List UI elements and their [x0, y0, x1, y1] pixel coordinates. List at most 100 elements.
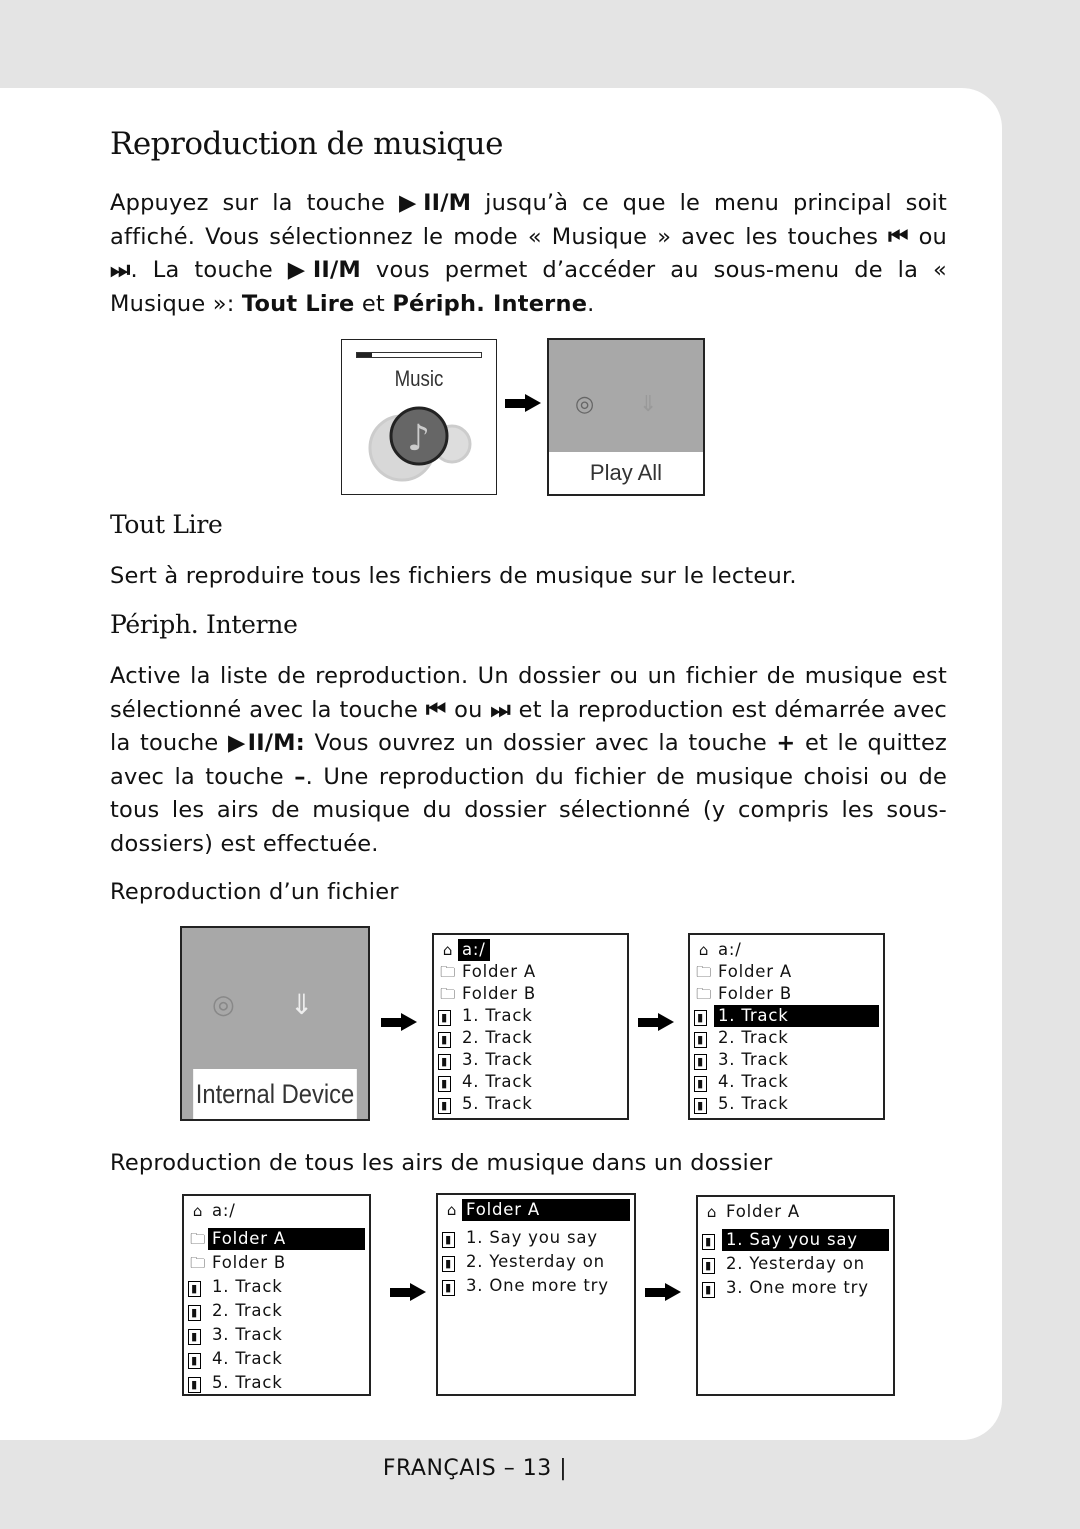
- home-icon: ⌂: [442, 941, 454, 959]
- list-item[interactable]: 🗀 Folder A: [188, 1228, 367, 1250]
- file-list-screen: ⌂ a:/🗀 Folder A 🗀 Folder B ▮ 1. Track ▮ 2. Track…: [182, 1194, 371, 1396]
- folder-list-screen: ⌂ Folder A ▮ 1. Say you say ▮ 2. Yesterday on…: [436, 1193, 636, 1396]
- arrow-icon: [638, 1013, 674, 1031]
- list-item[interactable]: 🗀 Folder B: [188, 1252, 367, 1274]
- repeat-icon: ◎: [212, 990, 235, 1020]
- file-icon: ▮: [438, 1054, 451, 1070]
- home-icon: ⌂: [706, 1203, 718, 1221]
- prev-key-icon: ⏮: [888, 223, 909, 250]
- folder-icon: 🗀: [440, 985, 456, 1003]
- download-icon: ⇓: [290, 988, 314, 1021]
- list-item[interactable]: ▮ 3. Track: [694, 1049, 881, 1071]
- home-icon: ⌂: [446, 1201, 458, 1219]
- progress-bar: [356, 352, 482, 358]
- term-tout-lire: Tout Lire: [241, 290, 355, 317]
- file-icon: ▮: [694, 1010, 707, 1026]
- list-item-label: 3. One more try: [466, 1276, 609, 1295]
- list-item[interactable]: ▮ 2. Yesterday on: [442, 1251, 632, 1273]
- file-icon: ▮: [702, 1258, 715, 1274]
- repeat-icon: ◎: [575, 392, 595, 417]
- folder-icon: 🗀: [696, 985, 712, 1003]
- internal-device-screen: ◎ ⇓ Internal Device: [180, 926, 370, 1121]
- file-icon: ▮: [438, 1076, 451, 1092]
- list-item[interactable]: ▮ 1. Say you say: [702, 1229, 891, 1251]
- list-item-label: 1. Say you say: [722, 1229, 889, 1251]
- file-icon: ▮: [702, 1282, 715, 1298]
- list-item-label: Folder A: [462, 962, 536, 981]
- list-item[interactable]: ▮ 4. Track: [694, 1071, 881, 1093]
- list-item-label: 1. Track: [714, 1005, 879, 1027]
- list-item[interactable]: ▮ 3. One more try: [442, 1275, 632, 1297]
- list-item-label: 4. Track: [462, 1072, 533, 1091]
- progress-fill: [357, 353, 372, 357]
- list-item[interactable]: ⌂ Folder A: [702, 1201, 891, 1223]
- list-item[interactable]: 🗀 Folder A: [438, 961, 625, 983]
- list-item-label: Folder B: [212, 1253, 286, 1272]
- list-item-label: Folder A: [726, 1202, 800, 1221]
- file-icon: ▮: [188, 1377, 201, 1393]
- list-item[interactable]: ▮ 5. Track: [438, 1093, 625, 1115]
- list-item-label: Folder A: [718, 962, 792, 981]
- list-item[interactable]: ▮ 5. Track: [188, 1372, 367, 1394]
- list-item[interactable]: ▮ 2. Track: [188, 1300, 367, 1322]
- page-title: Reproduction de musique: [110, 126, 503, 162]
- list-item-label: 2. Track: [212, 1301, 283, 1320]
- section-heading: Tout Lire: [110, 510, 223, 539]
- list-item[interactable]: ▮ 5. Track: [694, 1093, 881, 1115]
- list-item[interactable]: 🗀 Folder A: [694, 961, 881, 983]
- list-item-label: 3. Track: [212, 1325, 283, 1344]
- list-item-label: 5. Track: [718, 1094, 789, 1113]
- term-periph-interne: Périph. Interne: [392, 290, 588, 317]
- download-icon: ⇓: [639, 392, 658, 417]
- list-item[interactable]: ▮ 4. Track: [188, 1348, 367, 1370]
- list-item[interactable]: ⌂ a:/: [188, 1200, 367, 1222]
- list-item[interactable]: ▮ 1. Track: [438, 1005, 625, 1027]
- internal-device-label: Internal Device: [193, 1069, 357, 1119]
- list-item[interactable]: 🗀 Folder B: [694, 983, 881, 1005]
- list-item[interactable]: 🗀 Folder B: [438, 983, 625, 1005]
- list-item[interactable]: ▮ 2. Yesterday on: [702, 1253, 891, 1275]
- file-icon: ▮: [438, 1098, 451, 1114]
- folder-icon: 🗀: [190, 1254, 206, 1272]
- home-icon: ⌂: [698, 941, 710, 959]
- file-icon: ▮: [442, 1256, 455, 1272]
- play-pause-key: ▶II/M: [399, 190, 472, 216]
- list-item-label: 2. Yesterday on: [466, 1252, 605, 1271]
- list-item-label: 3. One more try: [726, 1278, 869, 1297]
- music-note-icon: ♪: [368, 406, 472, 482]
- play-pause-key: ▶II/M:: [227, 730, 305, 756]
- list-item-label: Folder B: [718, 984, 792, 1003]
- section-heading: Périph. Interne: [110, 610, 298, 639]
- list-item[interactable]: ▮ 3. One more try: [702, 1277, 891, 1299]
- text: et: [354, 290, 393, 317]
- list-item[interactable]: ▮ 3. Track: [188, 1324, 367, 1346]
- list-item[interactable]: ▮ 1. Say you say: [442, 1227, 632, 1249]
- list-item[interactable]: ▮ 1. Track: [188, 1276, 367, 1298]
- list-item[interactable]: ▮ 1. Track: [694, 1005, 881, 1027]
- play-all-label: Play All: [549, 452, 703, 494]
- list-item-label: 2. Yesterday on: [726, 1254, 865, 1273]
- home-icon: ⌂: [192, 1202, 204, 1220]
- figure-caption: Reproduction de tous les airs de musique…: [110, 1150, 773, 1176]
- list-item-label: 1. Track: [462, 1006, 533, 1025]
- list-item[interactable]: ⌂ Folder A: [442, 1199, 632, 1221]
- list-item-label: Folder A: [462, 1199, 630, 1221]
- list-item[interactable]: ▮ 4. Track: [438, 1071, 625, 1093]
- file-icon: ▮: [442, 1232, 455, 1248]
- file-icon: ▮: [438, 1032, 451, 1048]
- arrow-icon: [505, 394, 541, 412]
- list-item-label: 5. Track: [212, 1373, 283, 1392]
- file-icon: ▮: [702, 1234, 715, 1250]
- list-item[interactable]: ⌂ a:/: [438, 939, 625, 961]
- music-label: Music: [394, 366, 444, 391]
- list-item-label: 3. Track: [718, 1050, 789, 1069]
- list-item[interactable]: ▮ 2. Track: [694, 1027, 881, 1049]
- list-item[interactable]: ▮ 3. Track: [438, 1049, 625, 1071]
- text: . La touche: [130, 257, 288, 283]
- file-list-screen: ⌂ a:/🗀 Folder A 🗀 Folder B ▮ 1. Track ▮ 2. Track…: [432, 933, 629, 1120]
- list-item[interactable]: ⌂ a:/: [694, 939, 881, 961]
- list-item[interactable]: ▮ 2. Track: [438, 1027, 625, 1049]
- list-item-label: 4. Track: [718, 1072, 789, 1091]
- file-icon: ▮: [442, 1280, 455, 1296]
- intro-paragraph: Appuyez sur la touche ▶II/M jusqu’à ce q…: [110, 187, 947, 321]
